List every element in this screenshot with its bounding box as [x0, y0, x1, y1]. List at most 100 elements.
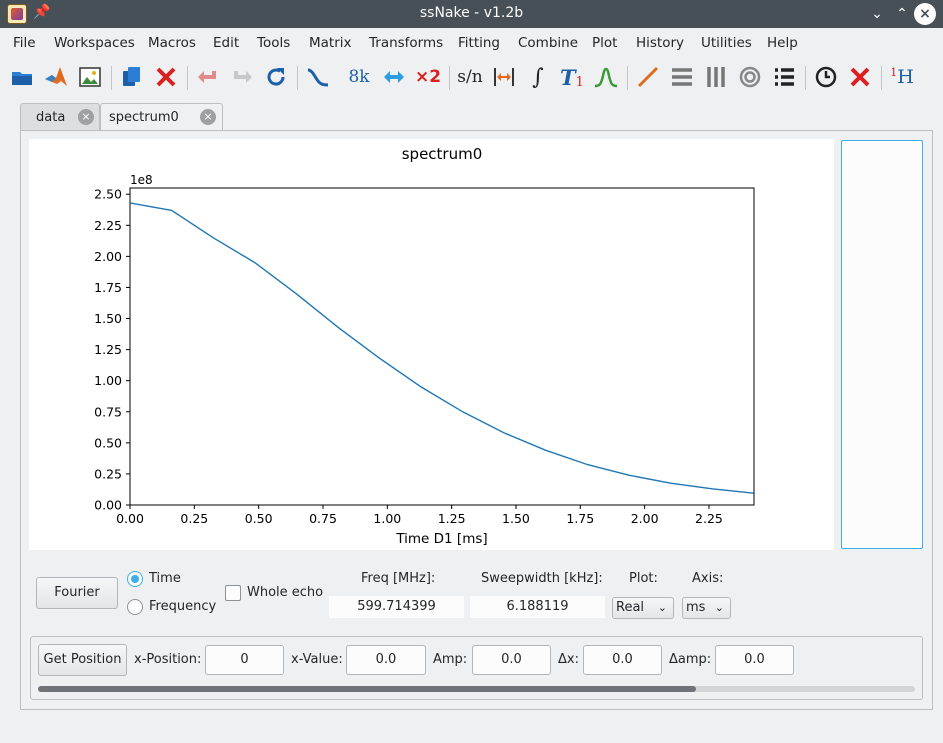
- x-tick-label: 0.00: [116, 511, 144, 526]
- menu-edit[interactable]: Edit: [213, 35, 239, 51]
- frequency-radio[interactable]: [127, 599, 143, 615]
- time-radio[interactable]: [127, 571, 143, 587]
- sweepwidth-value[interactable]: 6.188119: [470, 596, 605, 618]
- y-tick-label: 0.00: [94, 498, 122, 513]
- menu-transforms[interactable]: Transforms: [369, 35, 443, 51]
- plot-type-select[interactable]: Real ⌄: [612, 597, 674, 619]
- close-icon[interactable]: ×: [914, 3, 936, 25]
- menu-file[interactable]: File: [13, 35, 36, 51]
- phase-icon[interactable]: [305, 64, 331, 90]
- freq-value[interactable]: 599.714399: [329, 596, 464, 618]
- undo-icon[interactable]: [195, 64, 221, 90]
- integrate-region-icon[interactable]: [491, 64, 517, 90]
- window-title: ssNake - v1.2b: [419, 5, 524, 21]
- swap-echo-icon[interactable]: [381, 64, 407, 90]
- x-tick-label: 1.50: [502, 511, 530, 526]
- menu-fitting[interactable]: Fitting: [458, 35, 500, 51]
- y-tick-label: 2.00: [94, 249, 122, 264]
- menu-combine[interactable]: Combine: [518, 35, 578, 51]
- h-label: H: [897, 66, 914, 88]
- size-icon[interactable]: 8k: [346, 64, 372, 90]
- scrollbar-thumb[interactable]: [38, 686, 696, 692]
- freq-label: Freq [MHz]:: [361, 571, 436, 586]
- y-tick-label: 1.50: [94, 311, 122, 326]
- frequency-radio-label: Frequency: [149, 599, 217, 614]
- maximize-icon[interactable]: ⌃: [891, 3, 913, 25]
- axis-unit-select[interactable]: ms ⌄: [682, 597, 731, 619]
- nmr-table-icon[interactable]: 1H: [889, 64, 915, 90]
- delta-x-label: Δx:: [558, 652, 579, 667]
- x-tick-label: 2.25: [695, 511, 723, 526]
- multiply-icon[interactable]: ×2: [415, 64, 441, 90]
- x-value-label: x-Value:: [291, 652, 343, 667]
- y-tick-label: 0.25: [94, 466, 122, 481]
- x-value-input[interactable]: 0.0: [346, 645, 426, 675]
- close-tab-icon[interactable]: ×: [78, 109, 94, 125]
- clear-icon[interactable]: [847, 64, 873, 90]
- reload-icon[interactable]: [263, 64, 289, 90]
- menu-matrix[interactable]: Matrix: [309, 35, 352, 51]
- whole-echo-checkbox[interactable]: [225, 585, 241, 601]
- x-tick-label: 0.25: [180, 511, 208, 526]
- menu-utilities[interactable]: Utilities: [701, 35, 752, 51]
- signal-to-noise-icon[interactable]: s/n: [457, 64, 483, 90]
- title-bar: 📌 ssNake - v1.2b ⌄ ⌃ ×: [0, 0, 943, 28]
- line-icon[interactable]: [635, 64, 661, 90]
- menu-workspaces[interactable]: Workspaces: [54, 35, 135, 51]
- delta-amp-label: Δamp:: [669, 652, 712, 667]
- minimize-icon[interactable]: ⌄: [866, 3, 888, 25]
- menu-macros[interactable]: Macros: [148, 35, 196, 51]
- open-folder-icon[interactable]: [9, 64, 35, 90]
- redo-icon[interactable]: [229, 64, 255, 90]
- y-tick-label: 1.00: [94, 373, 122, 388]
- x-position-input[interactable]: 0: [205, 645, 284, 675]
- menu-bar: File Workspaces Macros Edit Tools Matrix…: [0, 28, 943, 58]
- amp-input[interactable]: 0.0: [472, 645, 551, 675]
- image-export-icon[interactable]: [77, 64, 103, 90]
- axes-frame: [129, 187, 755, 506]
- x-tick-label: 0.75: [309, 511, 337, 526]
- h-sup: 1: [890, 65, 898, 79]
- integral-icon[interactable]: ∫: [525, 64, 551, 90]
- stack-rows-icon[interactable]: [669, 64, 695, 90]
- plot-type-label: Plot:: [629, 571, 658, 586]
- y-tick-label: 0.50: [94, 435, 122, 450]
- delete-icon[interactable]: [153, 64, 179, 90]
- y-tick-label: 2.25: [94, 218, 122, 233]
- chevron-down-icon: ⌄: [714, 601, 724, 614]
- menu-tools[interactable]: Tools: [257, 35, 290, 51]
- fourier-button[interactable]: Fourier: [36, 577, 118, 609]
- tab-data[interactable]: data ×: [20, 103, 100, 130]
- toolbar: 8k ×2 s/n ∫ T1 1H: [0, 58, 943, 96]
- y-tick-label: 0.75: [94, 404, 122, 419]
- delta-x-input[interactable]: 0.0: [583, 645, 662, 675]
- matlab-icon[interactable]: [43, 64, 69, 90]
- whole-echo-label: Whole echo: [247, 585, 324, 600]
- duplicate-icon[interactable]: [119, 64, 145, 90]
- x-tick-label: 1.75: [566, 511, 594, 526]
- time-radio-label: Time: [149, 571, 181, 586]
- spectrum-chart[interactable]: spectrum0 1e8 0.00 0.25 0.50 0.75 1.00 1.25 1.50…: [29, 139, 834, 550]
- t1-icon[interactable]: T1: [559, 64, 585, 90]
- plot-canvas[interactable]: spectrum0 1e8 0.00 0.25 0.50 0.75 1.00 1.25 1.50…: [29, 139, 834, 550]
- close-tab-icon[interactable]: ×: [200, 109, 216, 125]
- tab-spectrum0[interactable]: spectrum0 ×: [100, 103, 223, 130]
- menu-plot[interactable]: Plot: [592, 35, 617, 51]
- t1-label: T: [560, 64, 576, 90]
- t1-sub: 1: [575, 74, 584, 90]
- menu-history[interactable]: History: [636, 35, 684, 51]
- y-scale-label: 1e8: [130, 173, 153, 187]
- get-position-button[interactable]: Get Position: [38, 644, 127, 676]
- contour-icon[interactable]: [737, 64, 763, 90]
- x-tick-label: 0.50: [245, 511, 273, 526]
- size-label: 8k: [348, 67, 370, 87]
- delta-amp-input[interactable]: 0.0: [715, 645, 794, 675]
- multiply-label: ×2: [414, 67, 442, 87]
- clock-icon[interactable]: [813, 64, 839, 90]
- list-icon[interactable]: [771, 64, 797, 90]
- stack-columns-icon[interactable]: [703, 64, 729, 90]
- x-tick-label: 2.00: [631, 511, 659, 526]
- menu-help[interactable]: Help: [767, 35, 798, 51]
- peak-fit-icon[interactable]: [593, 64, 619, 90]
- x-tick-label: 1.25: [438, 511, 466, 526]
